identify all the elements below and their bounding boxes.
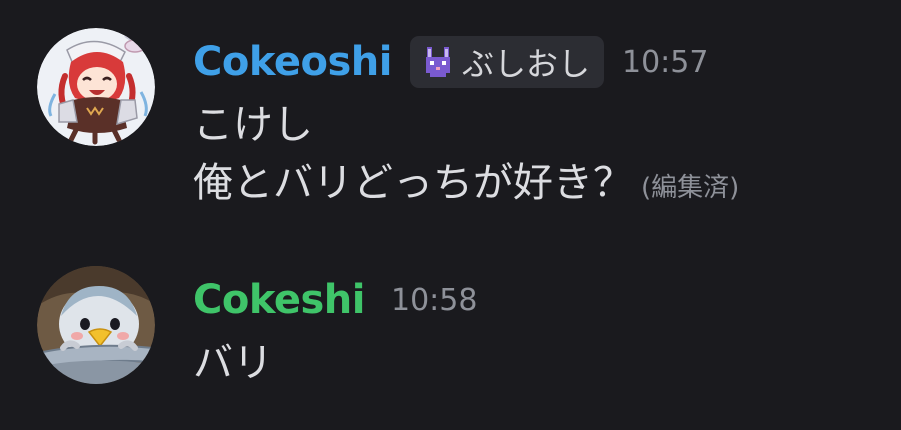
timestamp[interactable]: 10:57	[622, 45, 708, 80]
message-line-with-edit: 俺とバリどっちが好き？ (編集済)	[193, 154, 739, 217]
chat-log: Cokeoshi ぶしおし 10:57 こけし 俺とバリどっちが好き？ (編集済…	[0, 0, 901, 430]
message-header: Cokeshi 10:58	[193, 266, 477, 334]
message-content: Cokeoshi ぶしおし 10:57 こけし 俺とバリどっちが好き？ (編集済…	[193, 28, 739, 217]
timestamp[interactable]: 10:58	[391, 283, 477, 318]
avatar[interactable]	[37, 266, 155, 384]
anime-avatar-icon	[37, 28, 155, 146]
username[interactable]: Cokeoshi	[193, 39, 392, 85]
message-line: 俺とバリどっちが好き？	[193, 160, 633, 206]
avatar[interactable]	[37, 28, 155, 146]
bunny-icon	[425, 47, 450, 77]
role-tag[interactable]: ぶしおし	[409, 36, 604, 88]
message-line: バリ	[193, 340, 273, 386]
role-label: ぶしおし	[461, 45, 590, 83]
username[interactable]: Cokeshi	[193, 277, 366, 323]
penguin-plush-avatar-icon	[37, 266, 155, 384]
edited-label: (編集済)	[641, 173, 740, 203]
message-header: Cokeoshi ぶしおし 10:57	[193, 28, 739, 96]
message-content: Cokeshi 10:58 バリ	[193, 266, 477, 392]
message-line: こけし	[193, 102, 313, 148]
